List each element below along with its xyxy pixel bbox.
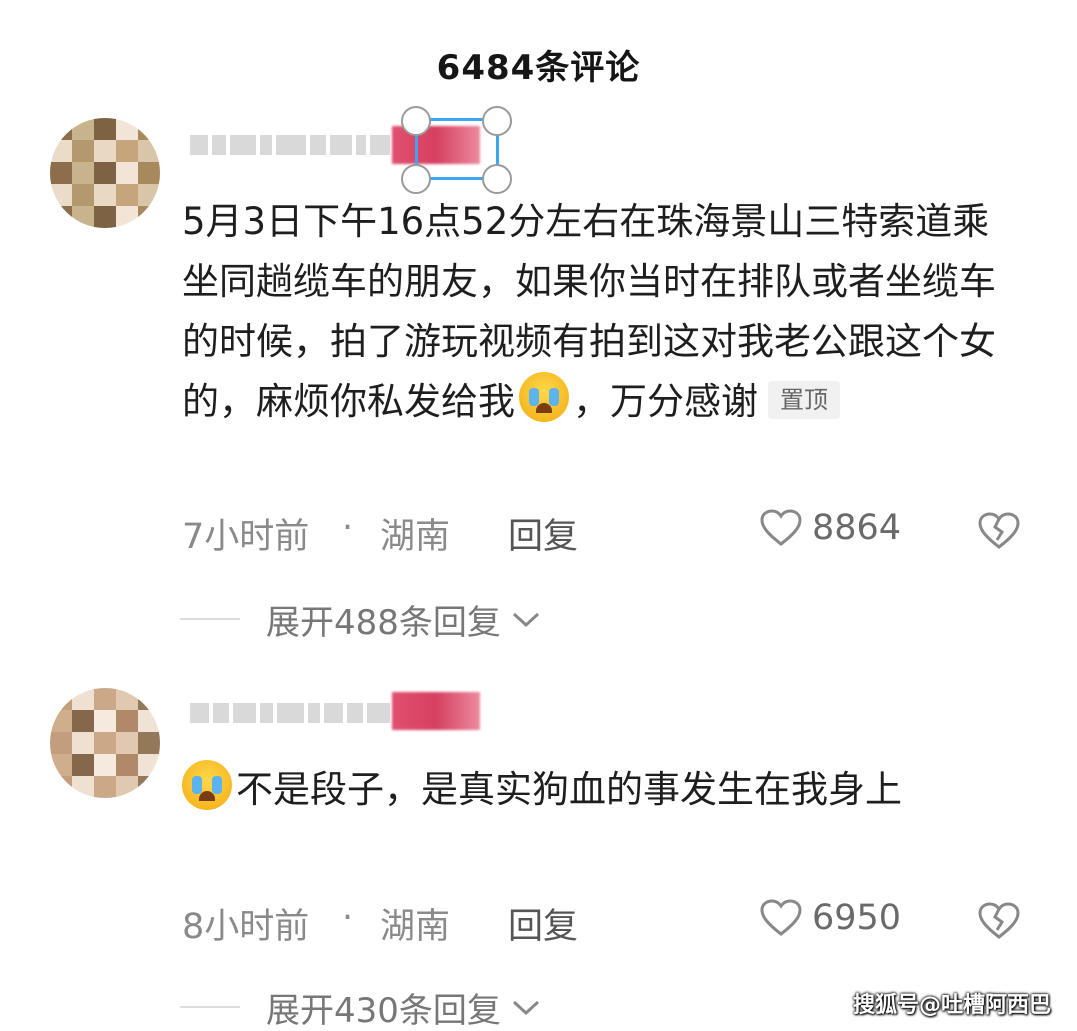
avatar-pixel [94, 162, 116, 184]
pinned-tag: 置顶 [768, 381, 840, 419]
avatar-pixel [72, 688, 94, 710]
selection-handle-bottom-left[interactable] [401, 164, 431, 194]
comment-count-title: 6484条评论 [436, 48, 641, 88]
heart-outline-icon [760, 509, 802, 546]
avatar-pixel [116, 732, 138, 754]
avatar-pixel [138, 688, 160, 710]
username-blurred[interactable] [190, 128, 390, 162]
avatar-pixel [116, 118, 138, 140]
avatar-pixel [94, 754, 116, 776]
broken-heart-icon[interactable] [978, 902, 1020, 940]
avatar-pixel [72, 776, 94, 798]
user-badge-blurred [392, 692, 480, 730]
avatar-pixel [138, 206, 160, 228]
comment-text: 不是段子，是真实狗血的事发生在我身上 [182, 760, 1022, 820]
avatar-pixel [50, 754, 72, 776]
avatar-pixel [50, 162, 72, 184]
avatar-pixel [138, 118, 160, 140]
meta-separator: · [342, 898, 354, 938]
comment-location: 湖南 [380, 907, 451, 947]
avatar-pixel [138, 162, 160, 184]
expand-replies-button[interactable]: 展开488条回复 [180, 594, 543, 644]
avatar-pixel [50, 688, 72, 710]
broken-heart-icon[interactable] [978, 512, 1020, 550]
avatar-pixel [116, 710, 138, 732]
avatar-pixel [94, 732, 116, 754]
avatar-pixel [94, 710, 116, 732]
avatar-pixel [72, 118, 94, 140]
avatar-pixel [72, 206, 94, 228]
expand-replies-label: 展开488条回复 [266, 602, 501, 643]
comment-meta: 8小时前 · 湖南 回复 6950 [182, 898, 1042, 948]
comment-time: 8小时前 [182, 907, 310, 947]
avatar-pixel [50, 184, 72, 206]
avatar[interactable] [50, 118, 160, 228]
chevron-down-icon [512, 612, 539, 628]
avatar-pixel [72, 732, 94, 754]
avatar-pixel [94, 140, 116, 162]
avatar-pixel [94, 184, 116, 206]
avatar-pixel [116, 754, 138, 776]
expand-replies-label: 展开430条回复 [266, 990, 501, 1031]
avatar[interactable] [50, 688, 160, 798]
avatar-pixel [94, 206, 116, 228]
avatar-pixel [138, 140, 160, 162]
meta-separator: · [342, 508, 354, 548]
reply-button[interactable]: 回复 [508, 898, 578, 949]
expand-replies-button[interactable]: 展开430条回复 [180, 982, 543, 1031]
crying-face-emoji-icon [182, 760, 232, 810]
username-blurred[interactable] [190, 696, 391, 730]
comment-text-part: 不是段子，是真实狗血的事发生在我身上 [236, 768, 902, 811]
avatar-pixel [50, 206, 72, 228]
comment-meta: 7小时前 · 湖南 回复 8864 [182, 508, 1042, 558]
avatar-pixel [72, 162, 94, 184]
avatar-pixel [116, 776, 138, 798]
avatar-pixel [138, 754, 160, 776]
heart-outline-icon [760, 899, 802, 936]
avatar-pixel [50, 140, 72, 162]
crying-face-emoji-icon [519, 372, 569, 422]
avatar-pixel [94, 688, 116, 710]
avatar-pixel [94, 776, 116, 798]
reply-button[interactable]: 回复 [508, 508, 578, 559]
selection-handle-bottom-right[interactable] [482, 164, 512, 194]
avatar-pixel [50, 118, 72, 140]
like-count: 6950 [812, 898, 902, 938]
selection-handle-top-right[interactable] [482, 106, 512, 136]
avatar-pixel [116, 140, 138, 162]
avatar-pixel [72, 710, 94, 732]
like-button[interactable]: 8864 [760, 508, 901, 548]
avatar-pixel [116, 184, 138, 206]
avatar-pixel [138, 732, 160, 754]
avatar-pixel [138, 776, 160, 798]
avatar-pixel [72, 184, 94, 206]
divider-line [180, 1006, 240, 1008]
like-button[interactable]: 6950 [760, 898, 901, 938]
avatar-pixel [94, 118, 116, 140]
avatar-pixel [50, 710, 72, 732]
comment-location: 湖南 [380, 517, 451, 557]
divider-line [180, 618, 240, 620]
avatar-pixel [50, 776, 72, 798]
avatar-pixel [72, 140, 94, 162]
avatar-pixel [72, 754, 94, 776]
avatar-pixel [138, 710, 160, 732]
chevron-down-icon [512, 1000, 539, 1016]
comment-time: 7小时前 [182, 517, 310, 557]
watermark: 搜狐号@吐槽阿西巴 [852, 993, 1051, 1018]
like-count: 8864 [812, 508, 902, 548]
comment-text-part: ，万分感谢 [573, 380, 758, 423]
avatar-pixel [116, 162, 138, 184]
avatar-pixel [116, 688, 138, 710]
avatar-pixel [138, 184, 160, 206]
avatar-pixel [116, 206, 138, 228]
avatar-pixel [50, 732, 72, 754]
selection-handle-top-left[interactable] [401, 106, 431, 136]
comment-text: 5月3日下午16点52分左右在珠海景山三特索道乘坐同趟缆车的朋友，如果你当时在排… [182, 192, 1022, 432]
